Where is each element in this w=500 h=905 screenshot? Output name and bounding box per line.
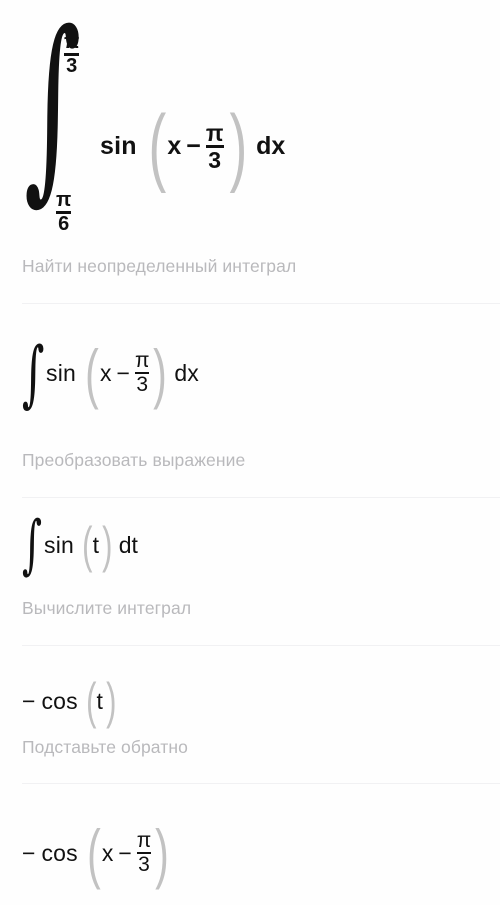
- minus-operator: −: [116, 359, 130, 386]
- fraction-numerator: π: [64, 31, 80, 53]
- close-paren-icon: ): [228, 98, 247, 194]
- fraction-numerator: π: [56, 189, 72, 211]
- step-expression-indefinite-integral: ∫ sin ( x − π 3 ) dx: [22, 330, 199, 415]
- function-name-cos: cos: [41, 839, 78, 866]
- integral-upper-limit: π 3: [64, 31, 80, 77]
- step-divider: [22, 783, 500, 784]
- step-divider: [22, 497, 500, 498]
- step-label-compute-integral: Вычислите интеграл: [22, 598, 192, 618]
- fraction-denominator: 3: [66, 55, 78, 77]
- fraction-denominator: 3: [208, 147, 222, 174]
- open-paren-icon: (: [85, 336, 99, 410]
- close-paren-icon: ): [153, 336, 168, 410]
- variable-x: x: [101, 839, 114, 866]
- fraction-numerator: π: [205, 120, 224, 147]
- fraction-numerator: π: [134, 349, 150, 373]
- integrand-expression: sin ( x − π 3 ) dx: [100, 98, 286, 194]
- integral-lower-limit: π 6: [56, 189, 72, 235]
- fraction-denominator: 6: [58, 213, 70, 235]
- minus-sign: −: [22, 839, 36, 866]
- minus-operator: −: [186, 132, 201, 161]
- function-name-sin: sin: [100, 132, 137, 161]
- integral-sign: ∫: [22, 508, 43, 582]
- minus-operator: −: [118, 839, 132, 866]
- function-name-sin: sin: [46, 359, 77, 386]
- step-expression-final-result: − cos ( x − π 3 ): [22, 816, 173, 890]
- step-expression-antiderivative: − cos ( t ): [22, 673, 120, 729]
- step-divider: [22, 645, 500, 646]
- fraction-denominator: 3: [136, 373, 149, 397]
- solution-steps-page: ∫ π 3 π 6 sin ( x − π 3) dx Найти неопр…: [0, 0, 500, 905]
- fraction-pi-over-3: π 3: [134, 349, 150, 397]
- open-paren-icon: (: [148, 98, 166, 194]
- fraction-pi-over-3: π 3: [136, 829, 152, 877]
- open-paren-icon: (: [87, 816, 101, 890]
- variable-t: t: [96, 688, 103, 715]
- fraction-denominator: 3: [138, 853, 150, 877]
- fraction-pi-over-3: π 3: [205, 120, 224, 174]
- variable-x: x: [100, 359, 112, 386]
- close-paren-icon: ): [102, 516, 113, 573]
- step-label-substitute-back: Подставьте обратно: [22, 737, 188, 757]
- differential-dt: dt: [118, 532, 138, 559]
- close-paren-icon: ): [106, 673, 117, 729]
- step-divider: [22, 303, 500, 304]
- variable-t: t: [92, 532, 100, 559]
- function-name-sin: sin: [44, 532, 75, 559]
- differential-dx: dx: [174, 359, 199, 386]
- variable-x: x: [167, 132, 182, 161]
- step-expression-substituted-integral: ∫ sin ( t ) dt: [22, 508, 138, 582]
- step-label-transform-expression: Преобразовать выражение: [22, 450, 246, 470]
- close-paren-icon: ): [155, 816, 170, 890]
- minus-sign: −: [22, 688, 36, 715]
- open-paren-icon: (: [82, 516, 93, 573]
- step-label-find-indefinite-integral: Найти неопределенный интеграл: [22, 256, 297, 276]
- integral-sign: ∫: [22, 330, 45, 415]
- fraction-upper-limit: π 3: [64, 31, 80, 77]
- main-definite-integral: ∫ π 3 π 6 sin ( x − π 3) dx: [20, 6, 480, 236]
- fraction-numerator: π: [136, 829, 152, 853]
- differential-dx: dx: [256, 132, 286, 161]
- open-paren-icon: (: [86, 673, 97, 729]
- function-name-cos: cos: [41, 688, 78, 715]
- fraction-lower-limit: π 6: [56, 189, 72, 235]
